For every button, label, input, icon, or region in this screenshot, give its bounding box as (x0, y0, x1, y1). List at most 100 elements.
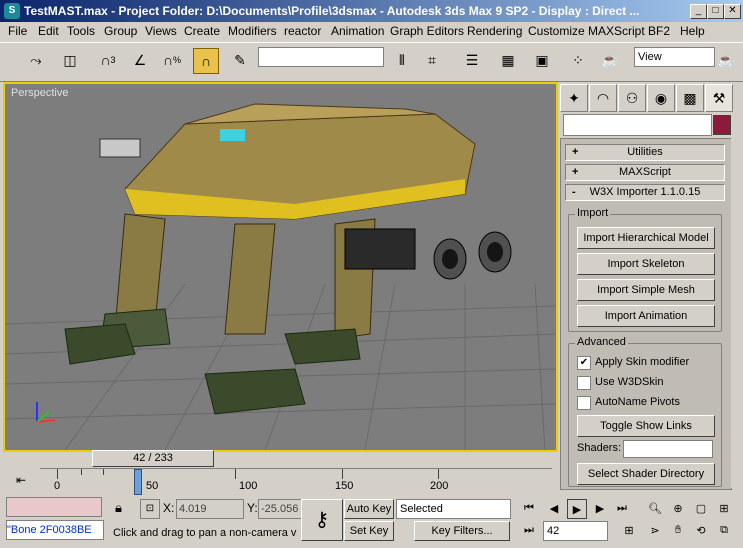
named-selection-combo[interactable] (258, 47, 384, 67)
advanced-group-title: Advanced (575, 336, 628, 348)
apply-skin-checkbox[interactable]: ✔ (577, 356, 591, 370)
maxscript-mini-listener[interactable]: "Bone 2F0038BE (6, 520, 104, 540)
key-filters-button[interactable]: Key Filters... (414, 521, 510, 541)
timeline-label-200: 200 (430, 480, 449, 492)
timeline-track[interactable] (40, 468, 552, 495)
apply-skin-label: Apply Skin modifier (595, 356, 690, 368)
autoname-pivots-checkbox[interactable] (577, 396, 591, 410)
hierarchy-tab-icon[interactable]: ⚇ (618, 84, 646, 112)
previous-frame-icon[interactable]: ◀ (545, 499, 563, 517)
import-hierarchical-model-button[interactable]: Import Hierarchical Model (577, 227, 715, 249)
menu-customize[interactable]: Customize (528, 24, 585, 38)
rollout-label: MAXScript (619, 166, 671, 178)
lock-icon[interactable]: 🔒︎ (115, 500, 122, 516)
app-icon[interactable]: S (4, 3, 20, 19)
snap-3d-icon[interactable]: ∩ 3 (96, 48, 120, 72)
time-config-icon[interactable]: ⊞ (620, 521, 638, 539)
angle-snap-icon[interactable]: ∠ (128, 48, 152, 72)
menu-tools[interactable]: Tools (67, 24, 95, 38)
quick-render-icon[interactable]: ☕ (714, 48, 738, 72)
auto-key-button[interactable]: Auto Key (344, 499, 394, 519)
prompt-line: Click and drag to pan a non-camera v (113, 527, 297, 539)
material-editor-icon[interactable]: ⁘ (566, 48, 590, 72)
absolute-mode-icon[interactable]: ⊡ (140, 499, 160, 519)
unlink-icon[interactable]: ◫ (58, 48, 82, 72)
menu-views[interactable]: Views (145, 24, 177, 38)
menu-animation[interactable]: Animation (331, 24, 384, 38)
menu-modifiers[interactable]: Modifiers (228, 24, 277, 38)
go-to-end-icon[interactable]: ⏭ (613, 499, 631, 517)
minimize-button[interactable]: _ (690, 4, 707, 19)
menu-rendering[interactable]: Rendering (467, 24, 522, 38)
rollout-utilities[interactable]: + Utilities (565, 144, 725, 161)
key-mode-combo[interactable]: Selected (396, 499, 511, 519)
menu-graph-editors[interactable]: Graph Editors (390, 24, 464, 38)
menu-help[interactable]: Help (680, 24, 705, 38)
menu-bf2[interactable]: BF2 (648, 24, 670, 38)
view-combo[interactable]: View (634, 47, 715, 67)
object-color-swatch[interactable] (713, 115, 731, 135)
create-tab-icon[interactable]: ✦ (560, 84, 588, 112)
import-group-title: Import (575, 207, 611, 219)
maximize-button[interactable]: □ (707, 4, 724, 19)
menu-file[interactable]: File (8, 24, 27, 38)
mirror-icon[interactable]: ⫴ (390, 48, 414, 72)
set-key-button[interactable]: Set Key (344, 521, 394, 541)
command-panel-scrollbar[interactable] (731, 138, 741, 488)
snap-3d-label: 3 (110, 55, 116, 65)
time-slider[interactable]: 42 / 233 (92, 450, 214, 467)
schematic-icon[interactable]: ▣ (530, 48, 554, 72)
select-shader-directory-button[interactable]: Select Shader Directory (577, 463, 715, 485)
current-frame-field[interactable]: 42 (543, 521, 608, 541)
rollout-label: Utilities (627, 146, 663, 158)
toggle-show-links-button[interactable]: Toggle Show Links (577, 415, 715, 437)
percent-snap-icon[interactable]: ∩% (160, 48, 184, 72)
go-to-start-icon[interactable]: ⏮ (520, 499, 538, 517)
menu-edit[interactable]: Edit (38, 24, 59, 38)
utilities-tab-icon[interactable]: ⚒ (705, 84, 733, 112)
next-frame-icon[interactable]: ▶ (591, 499, 609, 517)
spinner-snap-icon[interactable]: ∩ (193, 48, 219, 74)
menu-maxscript[interactable]: MAXScript (588, 24, 645, 38)
menu-group[interactable]: Group (104, 24, 137, 38)
timeline-current-marker[interactable] (134, 469, 142, 495)
rollout-w3x-importer[interactable]: - W3X Importer 1.1.0.15 (565, 184, 725, 201)
zoom-icon[interactable]: 🔍︎ (646, 499, 664, 517)
y-coordinate-field[interactable]: -25.056 (258, 499, 302, 519)
rollout-label: W3X Importer 1.1.0.15 (589, 186, 701, 198)
zoom-extents-all-icon[interactable]: ⊞ (715, 499, 733, 517)
import-animation-button[interactable]: Import Animation (577, 305, 715, 327)
layer-icon[interactable]: ☰ (460, 48, 484, 72)
field-of-view-icon[interactable]: ⋗ (646, 521, 664, 539)
set-key-big-icon[interactable]: ⚷ (301, 499, 343, 541)
menu-create[interactable]: Create (184, 24, 220, 38)
key-mode-toggle-icon[interactable]: ⏭ (520, 521, 538, 539)
arc-rotate-icon[interactable]: ⟲ (692, 521, 710, 539)
close-button[interactable]: ✕ (724, 4, 741, 19)
object-name-field[interactable] (563, 114, 712, 136)
select-link-icon[interactable]: ⤳ (24, 48, 48, 72)
import-skeleton-button[interactable]: Import Skeleton (577, 253, 715, 275)
display-tab-icon[interactable]: ▩ (676, 84, 704, 112)
x-coordinate-field[interactable]: 4.019 (176, 499, 244, 519)
modify-tab-icon[interactable]: ◠ (589, 84, 617, 112)
rollout-maxscript[interactable]: + MAXScript (565, 164, 725, 181)
viewport-perspective[interactable]: Perspective (3, 82, 558, 452)
menu-reactor[interactable]: reactor (284, 24, 321, 38)
zoom-extents-icon[interactable]: ▢ (692, 499, 710, 517)
pan-icon[interactable]: ✋︎ (669, 521, 687, 539)
use-w3dskin-checkbox[interactable] (577, 376, 591, 390)
zoom-all-icon[interactable]: ⊕ (669, 499, 687, 517)
timeline-expand-icon[interactable]: ⇤ (8, 471, 34, 489)
render-scene-icon[interactable]: ☕ (598, 48, 622, 72)
shaders-field[interactable] (623, 440, 713, 458)
maximize-viewport-icon[interactable]: ⧉ (715, 521, 733, 539)
rollout-toggle: - (572, 186, 576, 198)
align-icon[interactable]: ⌗ (420, 48, 444, 72)
play-icon[interactable]: ▶ (567, 499, 587, 519)
named-selection-icon[interactable]: ✎ (228, 48, 252, 72)
timeline-label-50: 50 (146, 480, 159, 492)
motion-tab-icon[interactable]: ◉ (647, 84, 675, 112)
curve-editor-icon[interactable]: ▦ (496, 48, 520, 72)
import-simple-mesh-button[interactable]: Import Simple Mesh (577, 279, 715, 301)
